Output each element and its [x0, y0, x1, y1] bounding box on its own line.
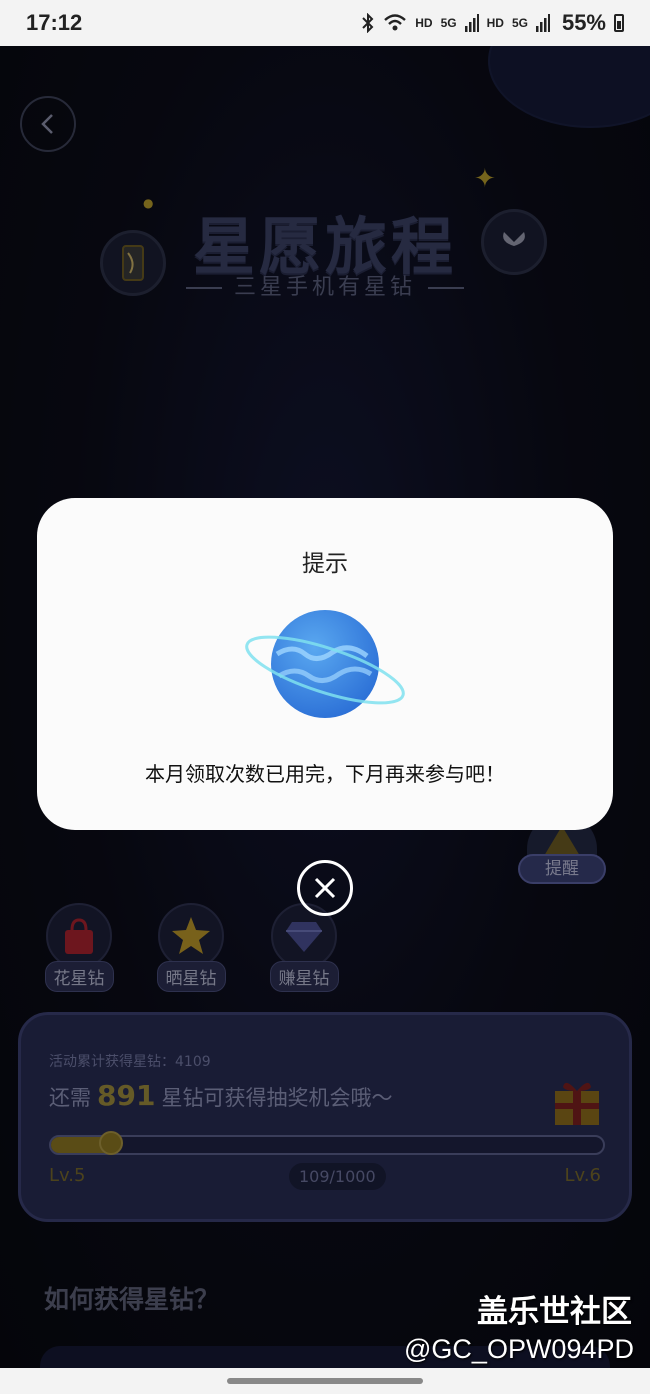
battery-icon [614, 14, 624, 32]
signal-icon [464, 14, 479, 32]
close-button[interactable] [297, 860, 353, 916]
status-time: 17:12 [26, 10, 83, 35]
battery-percent: 55% [561, 10, 606, 35]
dialog-title: 提示 [302, 551, 348, 577]
status-icons: HD 5G HD 5G 55% [361, 10, 624, 36]
navigation-bar [0, 1368, 650, 1394]
home-handle[interactable] [227, 1378, 423, 1384]
notice-dialog: 提示 本月领取次数已用完，下月再来参与吧！ [37, 498, 613, 830]
watermark-user: @GC_OPW094PD [404, 1334, 634, 1364]
planet-icon [245, 610, 405, 718]
signal-5g-label: 5G [440, 16, 457, 30]
bluetooth-icon [362, 13, 374, 33]
status-bar: 17:12 HD 5G HD 5G 55% [0, 0, 650, 46]
signal-icon-2 [535, 14, 550, 32]
hd-label-2: HD [486, 16, 504, 30]
signal-5g-label-2: 5G [511, 16, 528, 30]
close-icon [314, 877, 336, 899]
hd-label: HD [415, 16, 433, 30]
watermark-title: 盖乐世社区 [477, 1294, 632, 1330]
wifi-icon [384, 14, 407, 31]
dialog-message: 本月领取次数已用完，下月再来参与吧！ [145, 762, 505, 786]
